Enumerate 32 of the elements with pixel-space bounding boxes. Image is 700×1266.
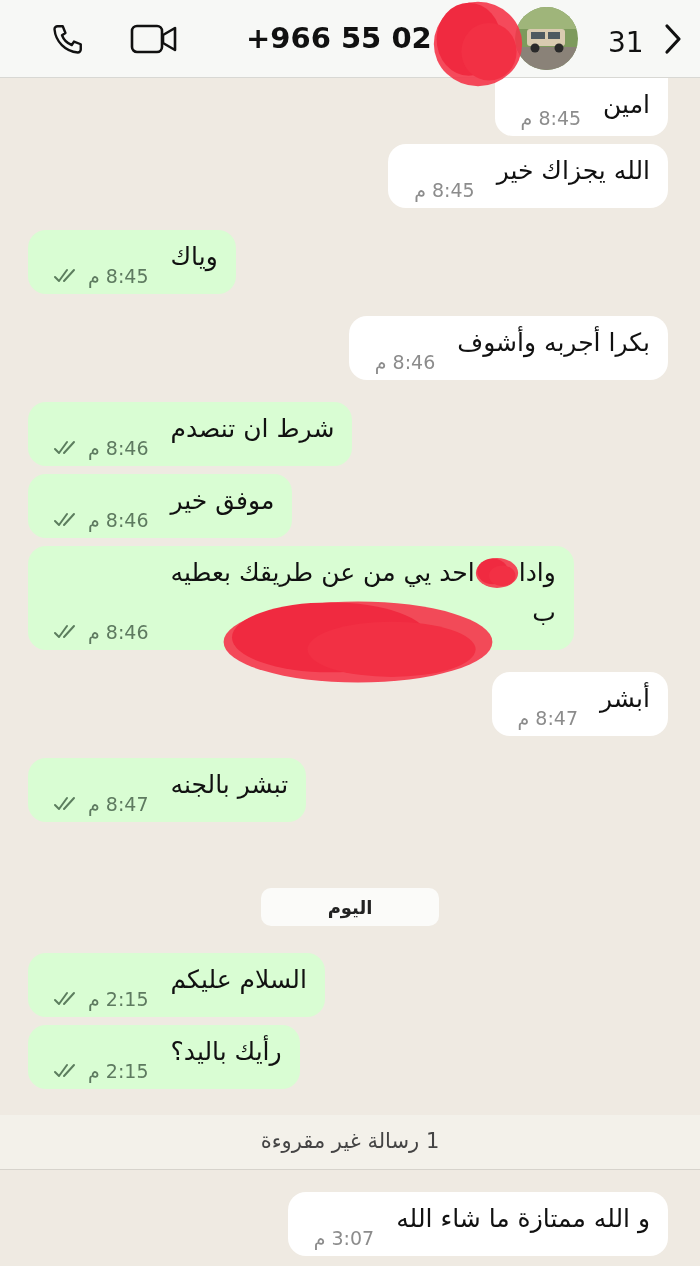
- message-text: الله يجزاك خير: [496, 155, 650, 187]
- message-time: 8:47 م: [88, 791, 149, 818]
- contact-name[interactable]: +966 55 02: [246, 16, 432, 61]
- video-call-icon[interactable]: [130, 22, 178, 55]
- message-time: 3:07 م: [313, 1225, 375, 1252]
- message-text: شرط ان تنصدم: [170, 413, 335, 445]
- message-text: احد يي من عن طريقك بعطيه: [170, 557, 475, 589]
- unread-banner: 1 رسالة غير مقروءة: [0, 1115, 700, 1170]
- message-text: و الله ممتازة ما شاء الله: [396, 1203, 650, 1236]
- message-text: امين: [603, 89, 650, 121]
- message-time: 8:46 م: [88, 619, 149, 646]
- message-text: أبشر: [600, 682, 650, 715]
- message-time: 8:45 م: [520, 105, 582, 132]
- date-chip: اليوم: [261, 888, 439, 926]
- message-time: 8:45 م: [88, 263, 149, 290]
- message-text: رأيك باليد؟: [170, 1035, 282, 1068]
- back-icon[interactable]: [664, 23, 682, 55]
- message-time: 2:15 م: [88, 986, 149, 1013]
- message-time: 8:46 م: [88, 507, 149, 534]
- message-time: 2:15 م: [88, 1058, 149, 1085]
- message-text: تبشر بالجنه: [170, 769, 289, 801]
- message-time: 8:47 م: [517, 705, 578, 732]
- message-time: 8:46 م: [88, 435, 149, 462]
- message-time: 8:45 م: [414, 177, 475, 204]
- message-text: السلام عليكم: [170, 964, 307, 996]
- message-time: 8:46 م: [374, 349, 436, 376]
- back-count[interactable]: 31: [608, 22, 644, 64]
- message-text: وياك: [170, 241, 218, 274]
- message-text: ب: [532, 597, 556, 629]
- message-text: بكرا أجربه وأشوف: [457, 326, 650, 360]
- message-text: وادا: [518, 557, 556, 590]
- message-text: موفق خير: [170, 485, 275, 517]
